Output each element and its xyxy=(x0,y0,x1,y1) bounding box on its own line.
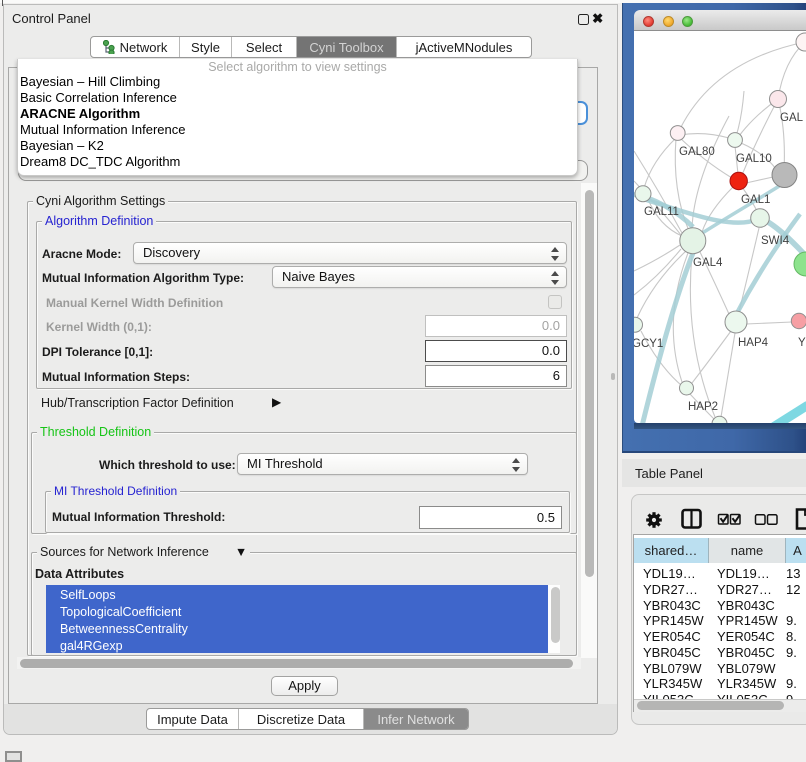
svg-text:HAP2: HAP2 xyxy=(688,401,718,413)
svg-text:GAL10: GAL10 xyxy=(736,153,772,165)
svg-text:SWI4: SWI4 xyxy=(761,235,790,247)
svg-text:HAP4: HAP4 xyxy=(738,337,769,349)
svg-text:Y: Y xyxy=(798,337,806,349)
svg-text:GAL80: GAL80 xyxy=(679,146,715,158)
svg-text:GCY1: GCY1 xyxy=(634,338,663,350)
svg-text:GAL4: GAL4 xyxy=(693,257,723,269)
svg-text:GAL11: GAL11 xyxy=(644,206,679,218)
svg-text:GAL: GAL xyxy=(780,112,804,124)
svg-text:GAL1: GAL1 xyxy=(741,194,770,206)
